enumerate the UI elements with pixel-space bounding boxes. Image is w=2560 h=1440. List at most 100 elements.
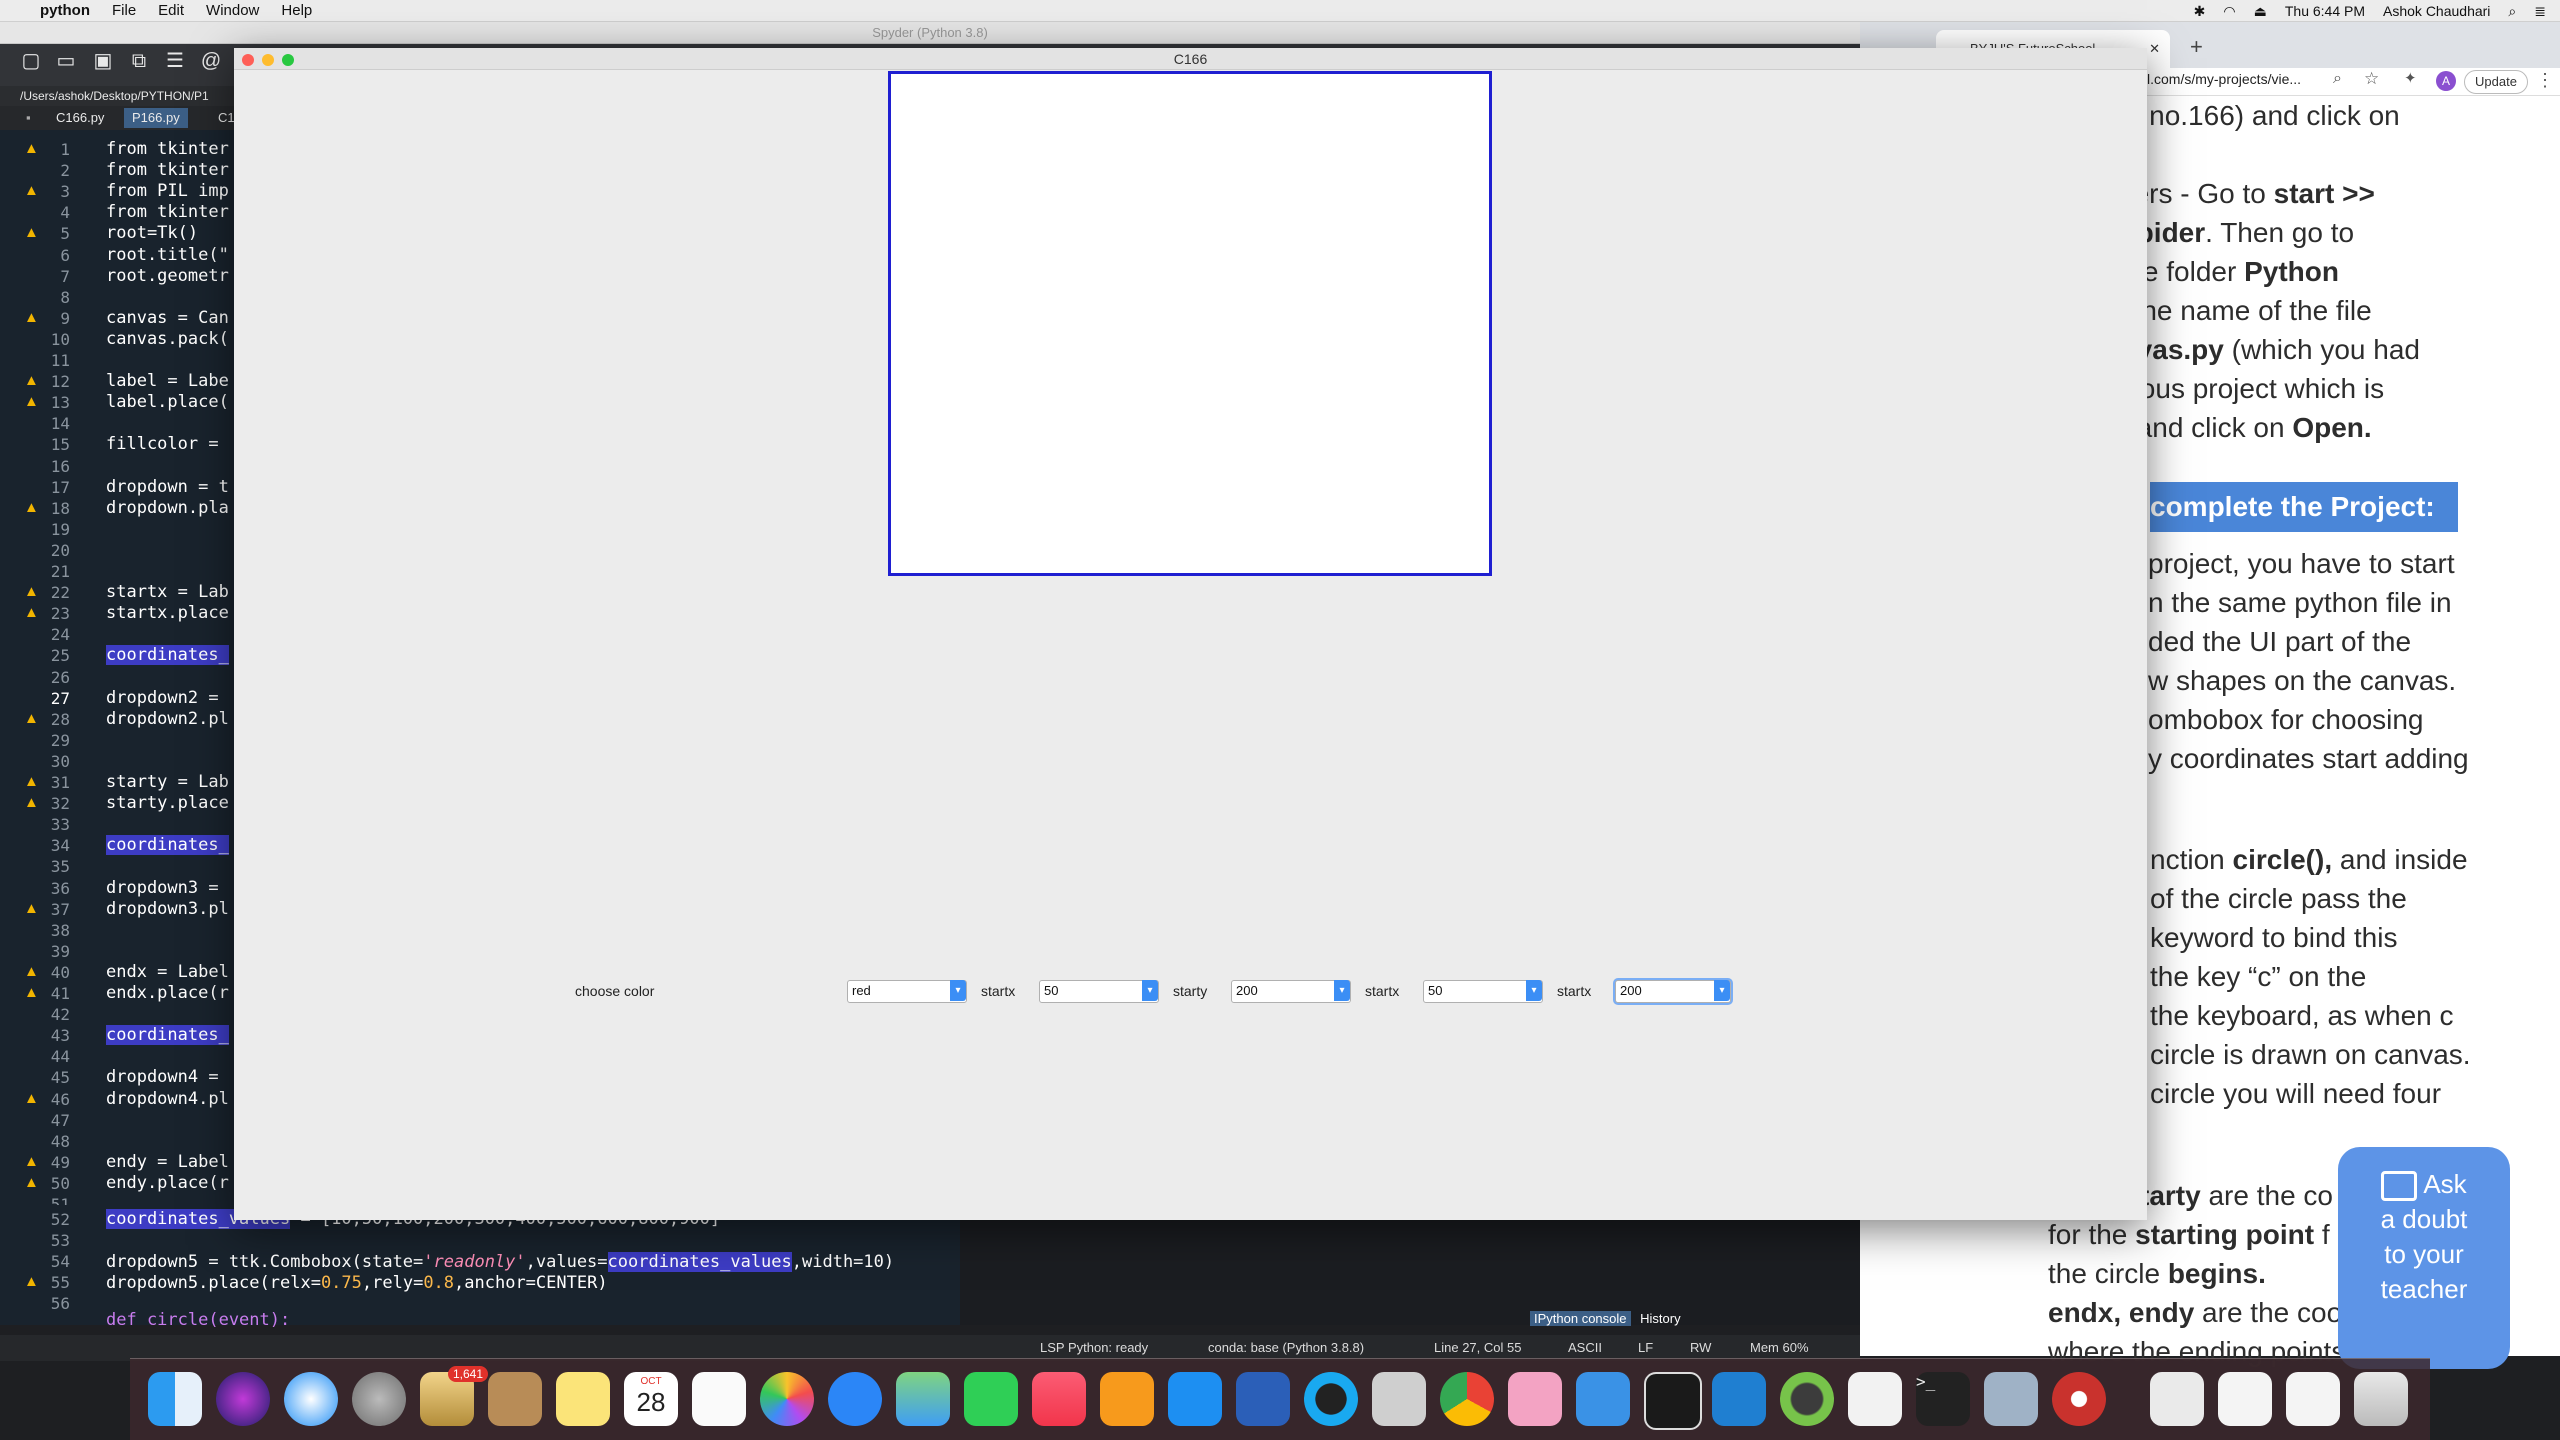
messages-icon[interactable] (828, 1372, 882, 1426)
notes-icon[interactable] (556, 1372, 610, 1426)
address-bar[interactable]: l.com/s/my-projects/vie... (2147, 71, 2301, 87)
quicktime-icon[interactable] (1304, 1372, 1358, 1426)
close-window-icon[interactable] (242, 54, 254, 66)
vscode-icon[interactable] (1712, 1372, 1766, 1426)
warning-icon[interactable]: ▲ (24, 794, 39, 811)
screen-capture-icon[interactable] (1644, 1372, 1702, 1430)
spyder-icon[interactable] (2052, 1372, 2106, 1426)
warning-icon[interactable]: ▲ (24, 182, 39, 199)
drawing-canvas[interactable] (888, 71, 1492, 576)
profile-avatar[interactable]: A (2436, 71, 2456, 91)
warning-icon[interactable]: ▲ (24, 1153, 39, 1170)
search-icon[interactable]: ⌕ (2508, 3, 2516, 20)
chevron-down-icon[interactable]: ▾ (1142, 980, 1158, 1001)
extensions-icon[interactable]: ✦ (2404, 69, 2417, 87)
warning-icon[interactable]: ▲ (24, 583, 39, 600)
minimize-window-icon[interactable] (262, 54, 274, 66)
terminal-icon[interactable]: >_ (1916, 1372, 1970, 1426)
document-icon[interactable] (1848, 1372, 1902, 1426)
calendar-icon[interactable]: OCT 28 (624, 1372, 678, 1426)
disk-utility-icon[interactable] (1984, 1372, 2038, 1426)
tab-ipython-console[interactable]: IPython console (1530, 1311, 1631, 1326)
control-center-icon[interactable]: ≣ (2534, 3, 2546, 20)
menu-window[interactable]: Window (206, 2, 259, 19)
ask-doubt-button[interactable]: Ask a doubt to your teacher (2338, 1147, 2510, 1369)
zoom-window-icon[interactable] (282, 54, 294, 66)
preview-icon[interactable] (1372, 1372, 1426, 1426)
tab-c166[interactable]: C166.py (48, 108, 112, 128)
endx-combobox[interactable]: 50 ▾ (1423, 980, 1543, 1003)
warning-icon[interactable]: ▲ (24, 1273, 39, 1290)
warning-icon[interactable]: ▲ (24, 900, 39, 917)
warning-icon[interactable]: ▲ (24, 963, 39, 980)
menu-edit[interactable]: Edit (158, 2, 184, 19)
chevron-down-icon[interactable]: ▾ (950, 980, 966, 1001)
app-menu[interactable]: python (40, 2, 90, 19)
tab-history[interactable]: History (1640, 1311, 1680, 1326)
documents-stack-icon[interactable] (2218, 1372, 2272, 1426)
warning-icon[interactable]: ▲ (24, 1174, 39, 1191)
bookmark-star-icon[interactable]: ☆ (2364, 69, 2379, 89)
warning-icon[interactable]: ▲ (24, 710, 39, 727)
chrome-icon[interactable] (1440, 1372, 1494, 1426)
anaconda-icon[interactable] (1780, 1372, 1834, 1426)
launchpad-icon[interactable] (352, 1372, 406, 1426)
chevron-down-icon[interactable]: ▾ (1526, 980, 1542, 1001)
word-icon[interactable] (1236, 1372, 1290, 1426)
clock[interactable]: Thu 6:44 PM (2285, 3, 2365, 19)
warning-icon[interactable]: ▲ (24, 372, 39, 389)
tab-p166[interactable]: P166.py (124, 108, 188, 128)
folder-icon[interactable] (1576, 1372, 1630, 1426)
warning-icon[interactable]: ▲ (24, 604, 39, 621)
close-tab-icon[interactable]: ✕ (2149, 30, 2160, 68)
console-pane[interactable] (960, 1205, 1860, 1325)
warning-icon[interactable]: ▲ (24, 309, 39, 326)
save-all-icon[interactable]: ⧉ (128, 50, 150, 72)
menu-file[interactable]: File (112, 2, 136, 19)
warning-icon[interactable]: ▲ (24, 224, 39, 241)
color-combobox[interactable]: red ▾ (847, 980, 967, 1003)
user-name[interactable]: Ashok Chaudhari (2383, 3, 2490, 19)
new-file-icon[interactable]: ▢ (20, 50, 42, 72)
facetime-icon[interactable] (964, 1372, 1018, 1426)
finder-icon[interactable] (148, 1372, 202, 1426)
wifi-icon[interactable]: ◠ (2223, 3, 2235, 20)
at-icon[interactable]: @ (200, 50, 222, 72)
bluetooth-icon[interactable]: ✱ (2194, 3, 2206, 20)
zoom-icon[interactable]: ⌕ (2333, 70, 2342, 88)
downloads-stack-icon[interactable] (2150, 1372, 2204, 1426)
safari-icon[interactable] (284, 1372, 338, 1426)
reminders-icon[interactable] (692, 1372, 746, 1426)
warning-icon[interactable]: ▲ (24, 984, 39, 1001)
eject-icon[interactable]: ⏏ (2254, 3, 2267, 20)
books-icon[interactable] (1100, 1372, 1154, 1426)
kebab-menu-icon[interactable]: ⋮ (2536, 70, 2554, 91)
chevron-down-icon[interactable]: ▾ (1334, 980, 1350, 1001)
notes-folder-icon[interactable] (488, 1372, 542, 1426)
siri-icon[interactable] (216, 1372, 270, 1426)
app-store-icon[interactable] (1168, 1372, 1222, 1426)
warning-icon[interactable]: ▲ (24, 393, 39, 410)
archive-utility-icon[interactable] (1508, 1372, 1562, 1426)
path-bar[interactable]: /Users/ashok/Desktop/PYTHON/P1 (0, 86, 240, 106)
save-icon[interactable]: ▣ (92, 50, 114, 72)
new-tab-icon[interactable]: + (2190, 34, 2203, 60)
menu-help[interactable]: Help (281, 2, 312, 19)
starty-combobox[interactable]: 200 ▾ (1231, 980, 1351, 1003)
endy-combobox[interactable]: 200 ▾ (1615, 980, 1731, 1003)
photos-icon[interactable] (760, 1372, 814, 1426)
startx-combobox[interactable]: 50 ▾ (1039, 980, 1159, 1003)
tab-browse-icon[interactable]: ▪ (18, 108, 39, 128)
list-icon[interactable]: ☰ (164, 50, 186, 72)
chevron-down-icon[interactable]: ▾ (1714, 980, 1730, 1001)
warning-icon[interactable]: ▲ (24, 140, 39, 157)
warning-icon[interactable]: ▲ (24, 773, 39, 790)
warning-icon[interactable]: ▲ (24, 499, 39, 516)
warning-icon[interactable]: ▲ (24, 1090, 39, 1107)
screenshots-stack-icon[interactable] (2286, 1372, 2340, 1426)
open-folder-icon[interactable]: ▭ (55, 50, 77, 72)
music-icon[interactable] (1032, 1372, 1086, 1426)
update-button[interactable]: Update (2464, 70, 2528, 94)
maps-icon[interactable] (896, 1372, 950, 1426)
trash-icon[interactable] (2354, 1372, 2408, 1426)
